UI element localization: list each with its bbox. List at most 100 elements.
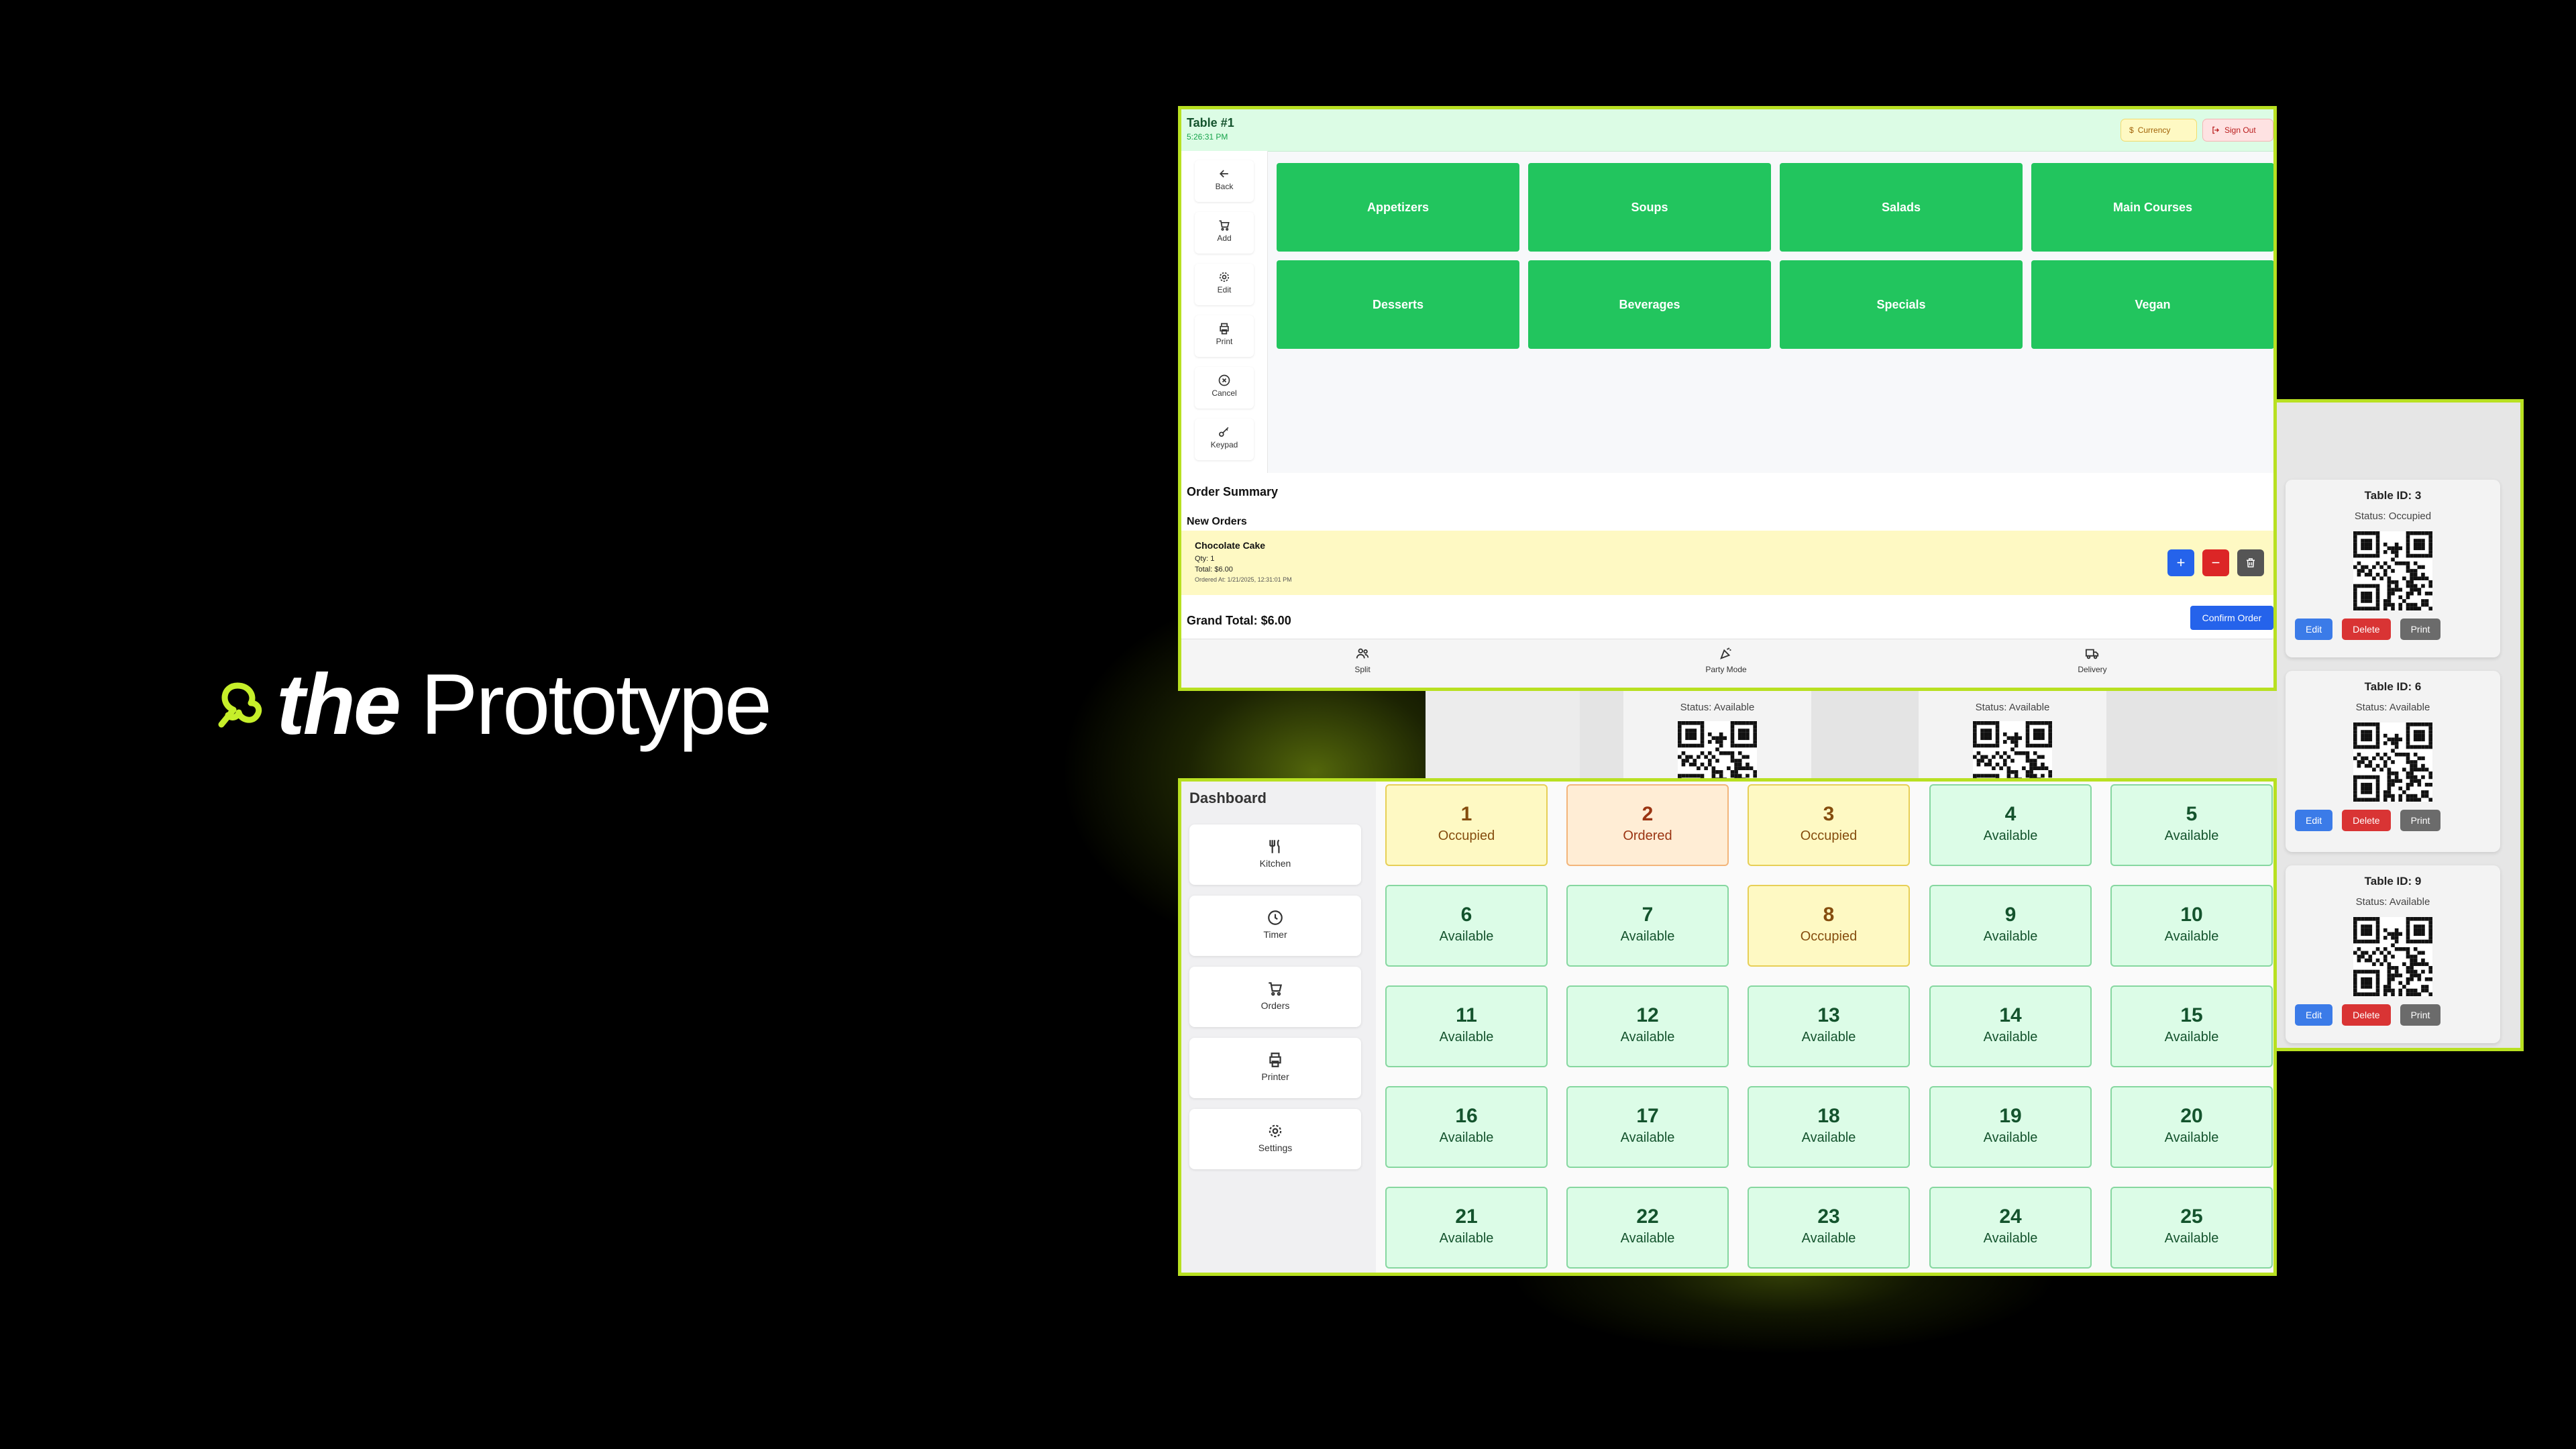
table-tile[interactable]: 13 Available — [1748, 985, 1910, 1067]
table-tile[interactable]: 23 Available — [1748, 1187, 1910, 1269]
delete-button[interactable]: Delete — [2342, 619, 2391, 640]
print-button[interactable]: Print — [2400, 619, 2441, 640]
table-tile[interactable]: 14 Available — [1929, 985, 2092, 1067]
table-tile[interactable]: 3 Occupied — [1748, 784, 1910, 866]
table-status: Available — [1983, 1030, 2038, 1044]
remove-item-button[interactable] — [2237, 549, 2264, 576]
delete-button[interactable]: Delete — [2342, 1004, 2391, 1026]
sign-out-button[interactable]: Sign Out — [2202, 119, 2273, 142]
edit-button[interactable]: Edit — [1195, 264, 1254, 305]
dollar-icon: $ — [2129, 125, 2134, 135]
table-number: 4 — [2004, 803, 2017, 825]
category-beverages[interactable]: Beverages — [1528, 260, 1771, 349]
circle-x-icon — [1218, 374, 1230, 386]
table-tile[interactable]: 20 Available — [2110, 1086, 2273, 1168]
table-tile[interactable]: 2 Ordered — [1566, 784, 1729, 866]
keypad-button[interactable]: Keypad — [1195, 419, 1254, 460]
confirm-order-button[interactable]: Confirm Order — [2190, 606, 2273, 630]
table-tile[interactable]: 22 Available — [1566, 1187, 1729, 1269]
table-number: 6 — [1460, 904, 1472, 926]
utensils-icon — [1269, 839, 1280, 853]
settings-button[interactable]: Settings — [1189, 1109, 1361, 1169]
table-tile[interactable]: 10 Available — [2110, 885, 2273, 967]
table-number: 17 — [1636, 1105, 1659, 1127]
order-item-qty: Qty: 1 — [1195, 555, 1215, 563]
table-tile[interactable]: 16 Available — [1385, 1086, 1548, 1168]
category-main-courses[interactable]: Main Courses — [2031, 163, 2273, 252]
edit-button[interactable]: Edit — [2295, 810, 2333, 831]
add-button[interactable]: Add — [1195, 212, 1254, 254]
minus-icon: − — [2211, 554, 2220, 571]
category-appetizers[interactable]: Appetizers — [1277, 163, 1519, 252]
table-tile[interactable]: 24 Available — [1929, 1187, 2092, 1269]
new-orders-heading: New Orders — [1187, 516, 1247, 527]
print-button[interactable]: Print — [1195, 315, 1254, 357]
category-soups[interactable]: Soups — [1528, 163, 1771, 252]
table-tile[interactable]: 6 Available — [1385, 885, 1548, 967]
table-tile[interactable]: 15 Available — [2110, 985, 2273, 1067]
table-status: Available — [1801, 1030, 1856, 1044]
table-tile[interactable]: 21 Available — [1385, 1187, 1548, 1269]
category-desserts[interactable]: Desserts — [1277, 260, 1519, 349]
table-tile[interactable]: 1 Occupied — [1385, 784, 1548, 866]
table-tile[interactable]: 8 Occupied — [1748, 885, 1910, 967]
table-tile[interactable]: 7 Available — [1566, 885, 1729, 967]
decrease-qty-button[interactable]: − — [2202, 549, 2229, 576]
increase-qty-button[interactable]: + — [2167, 549, 2194, 576]
table-status: Available — [1620, 1030, 1675, 1044]
cancel-button[interactable]: Cancel — [1195, 367, 1254, 409]
kitchen-button[interactable]: Kitchen — [1189, 824, 1361, 885]
table-tile[interactable]: 5 Available — [2110, 784, 2273, 866]
order-item-total: Total: $6.00 — [1195, 566, 1233, 574]
delete-button[interactable]: Delete — [2342, 810, 2391, 831]
cart-icon — [1219, 220, 1230, 231]
table-number: 10 — [2180, 904, 2203, 926]
table-status: Occupied — [1438, 828, 1495, 843]
category-salads[interactable]: Salads — [1780, 163, 2023, 252]
table-tile[interactable]: 19 Available — [1929, 1086, 2092, 1168]
dashboard-title: Dashboard — [1189, 790, 1267, 806]
table-number: 7 — [1642, 904, 1654, 926]
qr-table-status: Status: Occupied — [2354, 511, 2432, 522]
table-status: Available — [2164, 1030, 2219, 1044]
users-icon — [1356, 648, 1369, 659]
table-status: Occupied — [1800, 929, 1858, 944]
table-tile[interactable]: 25 Available — [2110, 1187, 2273, 1269]
table-tile[interactable]: 12 Available — [1566, 985, 1729, 1067]
edit-button[interactable]: Edit — [2295, 619, 2333, 640]
category-vegan[interactable]: Vegan — [2031, 260, 2273, 349]
order-footer: Split Party Mode Delivery — [1181, 639, 2273, 688]
table-tile[interactable]: 9 Available — [1929, 885, 2092, 967]
orders-button[interactable]: Orders — [1189, 967, 1361, 1027]
printer-button[interactable]: Printer — [1189, 1038, 1361, 1098]
table-number: 3 — [1823, 803, 1835, 825]
table-tile[interactable]: 11 Available — [1385, 985, 1548, 1067]
table-tile[interactable]: 17 Available — [1566, 1086, 1729, 1168]
print-button[interactable]: Print — [2400, 810, 2441, 831]
split-label: Split — [1354, 665, 1371, 674]
table-number: 15 — [2180, 1004, 2203, 1026]
table-number: 1 — [1460, 803, 1472, 825]
timer-label: Timer — [1263, 929, 1287, 940]
back-button[interactable]: Back — [1195, 160, 1254, 202]
table-tile[interactable]: 4 Available — [1929, 784, 2092, 866]
printer-icon — [1269, 1053, 1281, 1067]
table-tile[interactable]: 18 Available — [1748, 1086, 1910, 1168]
qr-card: Table ID: 9 Status: Available Edit Delet… — [2286, 865, 2500, 1043]
currency-button[interactable]: $ Currency — [2121, 119, 2197, 142]
arrow-left-icon — [1219, 170, 1228, 178]
order-item-date: Ordered At: 1/21/2025, 12:31:01 PM — [1195, 576, 1292, 583]
table-number: 19 — [1999, 1105, 2022, 1127]
qr-table-id: Table ID: 6 — [2364, 680, 2422, 693]
timer-button[interactable]: Timer — [1189, 896, 1361, 956]
category-specials[interactable]: Specials — [1780, 260, 2023, 349]
split-button[interactable]: Split — [1316, 646, 1409, 676]
delivery-button[interactable]: Delivery — [2045, 646, 2139, 676]
print-button[interactable]: Print — [2400, 1004, 2441, 1026]
party-mode-button[interactable]: Party Mode — [1679, 646, 1773, 676]
edit-button[interactable]: Edit — [2295, 1004, 2333, 1026]
truck-icon — [2085, 649, 2099, 659]
qr-grid-column — [1426, 678, 1580, 785]
brand-logo: the Prototype — [213, 651, 772, 758]
qr-code-icon — [2353, 722, 2432, 802]
